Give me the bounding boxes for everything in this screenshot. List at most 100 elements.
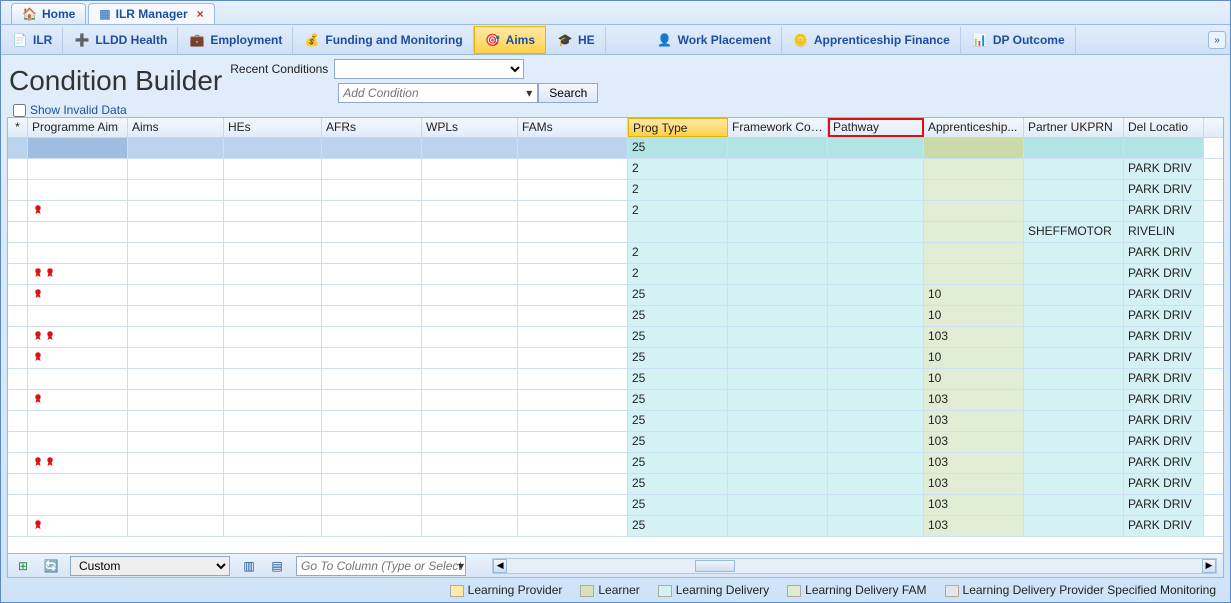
cell-prog-type: 25 (628, 306, 728, 326)
cell-apprenticeship (924, 180, 1024, 200)
col-programme-aim[interactable]: Programme Aim (28, 118, 128, 137)
rosette-icon (32, 518, 44, 530)
cell-partner-ukprn (1024, 369, 1124, 389)
table-row[interactable]: 2PARK DRIV (8, 201, 1223, 222)
cell-prog-type: 25 (628, 348, 728, 368)
export-excel-icon[interactable]: ⊞ (14, 557, 32, 575)
swatch-learning-provider (450, 585, 464, 597)
grid-filter-row[interactable]: 25 (8, 138, 1223, 159)
table-row[interactable]: 25103PARK DRIV (8, 453, 1223, 474)
legend: Learning Provider Learner Learning Deliv… (7, 580, 1224, 600)
goto-column-input[interactable] (296, 556, 466, 576)
chevron-down-icon[interactable]: ▾ (458, 559, 464, 573)
ribbon-funding[interactable]: 💰Funding and Monitoring (293, 26, 473, 54)
ribbon-employment[interactable]: 💼Employment (178, 26, 293, 54)
money-icon: 💰 (304, 32, 320, 48)
legend-ld: Learning Delivery (658, 583, 769, 597)
cell-apprenticeship: 103 (924, 516, 1024, 536)
ribbon-expand-icon[interactable]: » (1208, 31, 1226, 49)
col-afrs[interactable]: AFRs (322, 118, 422, 137)
cell-programme-aim (28, 516, 128, 536)
add-condition-input[interactable] (338, 83, 538, 103)
scroll-thumb[interactable] (695, 560, 735, 572)
grid-body[interactable]: 25 2PARK DRIV2PARK DRIV2PARK DRIVSHEFFMO… (8, 138, 1223, 553)
table-row[interactable]: 2PARK DRIV (8, 264, 1223, 285)
ribbon-dp-outcome[interactable]: 📊DP Outcome (961, 26, 1076, 54)
col-framework-code[interactable]: Framework Code (728, 118, 828, 137)
col-pathway[interactable]: Pathway (828, 118, 924, 137)
table-row[interactable]: 2510PARK DRIV (8, 285, 1223, 306)
search-button[interactable]: Search (538, 83, 598, 103)
show-invalid-checkbox[interactable]: Show Invalid Data (1, 103, 1230, 117)
table-row[interactable]: 25103PARK DRIV (8, 474, 1223, 495)
cell-partner-ukprn (1024, 306, 1124, 326)
table-row[interactable]: 25103PARK DRIV (8, 390, 1223, 411)
cell-prog-type: 25 (628, 516, 728, 536)
table-row[interactable]: 25103PARK DRIV (8, 516, 1223, 537)
scroll-left-icon[interactable]: ◀ (493, 559, 507, 573)
col-fams[interactable]: FAMs (518, 118, 628, 137)
table-row[interactable]: 2PARK DRIV (8, 243, 1223, 264)
rosette-icon (32, 329, 56, 341)
ribbon-lldd[interactable]: ➕LLDD Health (63, 26, 178, 54)
ribbon-aims[interactable]: 🎯Aims (474, 26, 546, 54)
view-select[interactable]: Custom (70, 556, 230, 576)
table-row[interactable]: SHEFFMOTORRIVELIN (8, 222, 1223, 243)
table-row[interactable]: 25103PARK DRIV (8, 495, 1223, 516)
rosette-icon (32, 266, 56, 278)
filter-prog-type[interactable]: 25 (628, 138, 728, 158)
table-row[interactable]: 2510PARK DRIV (8, 369, 1223, 390)
cell-programme-aim (28, 348, 128, 368)
cell-apprenticeship (924, 264, 1024, 284)
table-row[interactable]: 25103PARK DRIV (8, 327, 1223, 348)
cell-prog-type: 25 (628, 495, 728, 515)
ribbon-he[interactable]: 🎓HE (546, 26, 606, 54)
cell-del-location: PARK DRIV (1124, 201, 1204, 221)
tab-home[interactable]: 🏠 Home (11, 3, 86, 24)
cell-prog-type: 25 (628, 453, 728, 473)
col-partner-ukprn[interactable]: Partner UKPRN (1024, 118, 1124, 137)
col-del-location[interactable]: Del Locatio (1124, 118, 1204, 137)
cell-del-location: PARK DRIV (1124, 411, 1204, 431)
table-row[interactable]: 25103PARK DRIV (8, 432, 1223, 453)
grad-cap-icon: 🎓 (557, 32, 573, 48)
cell-partner-ukprn (1024, 264, 1124, 284)
window-tabs: 🏠 Home ▦ ILR Manager × (1, 1, 1230, 25)
close-icon[interactable]: × (197, 7, 204, 21)
col-prog-type[interactable]: Prog Type (628, 118, 728, 137)
coins-icon: 🪙 (793, 32, 809, 48)
show-invalid-input[interactable] (13, 104, 26, 117)
grid-icon: ▦ (99, 7, 110, 21)
condition-builder-header: Condition Builder Recent Conditions ▾ Se… (1, 55, 1230, 105)
col-star[interactable]: * (8, 118, 28, 137)
rosette-icon (32, 287, 44, 299)
horizontal-scrollbar[interactable]: ◀ ▶ (492, 558, 1217, 574)
table-row[interactable]: 25103PARK DRIV (8, 411, 1223, 432)
ribbon-ilr[interactable]: 📄ILR (1, 26, 63, 54)
col-hes[interactable]: HEs (224, 118, 322, 137)
col-aims[interactable]: Aims (128, 118, 224, 137)
table-row[interactable]: 2510PARK DRIV (8, 306, 1223, 327)
col-apprenticeship[interactable]: Apprenticeship... (924, 118, 1024, 137)
ribbon-work-placement[interactable]: 👤Work Placement (646, 26, 782, 54)
cell-partner-ukprn (1024, 285, 1124, 305)
col-wpls[interactable]: WPLs (422, 118, 518, 137)
recent-conditions-select[interactable] (334, 59, 524, 79)
cell-partner-ukprn (1024, 348, 1124, 368)
table-row[interactable]: 2510PARK DRIV (8, 348, 1223, 369)
table-row[interactable]: 2PARK DRIV (8, 180, 1223, 201)
cell-del-location: PARK DRIV (1124, 306, 1204, 326)
table-row[interactable]: 2PARK DRIV (8, 159, 1223, 180)
tab-ilr-manager-label: ILR Manager (116, 7, 188, 21)
layout-icon-1[interactable]: ▥ (240, 557, 258, 575)
cell-apprenticeship (924, 201, 1024, 221)
scroll-right-icon[interactable]: ▶ (1202, 559, 1216, 573)
rosette-icon (32, 350, 44, 362)
ribbon-appr-finance[interactable]: 🪙Apprenticeship Finance (782, 26, 961, 54)
tab-ilr-manager[interactable]: ▦ ILR Manager × (88, 3, 214, 24)
refresh-icon[interactable]: 🔄 (42, 557, 60, 575)
cell-del-location: PARK DRIV (1124, 327, 1204, 347)
cell-partner-ukprn: SHEFFMOTOR (1024, 222, 1124, 242)
cell-prog-type: 25 (628, 285, 728, 305)
layout-icon-2[interactable]: ▤ (268, 557, 286, 575)
